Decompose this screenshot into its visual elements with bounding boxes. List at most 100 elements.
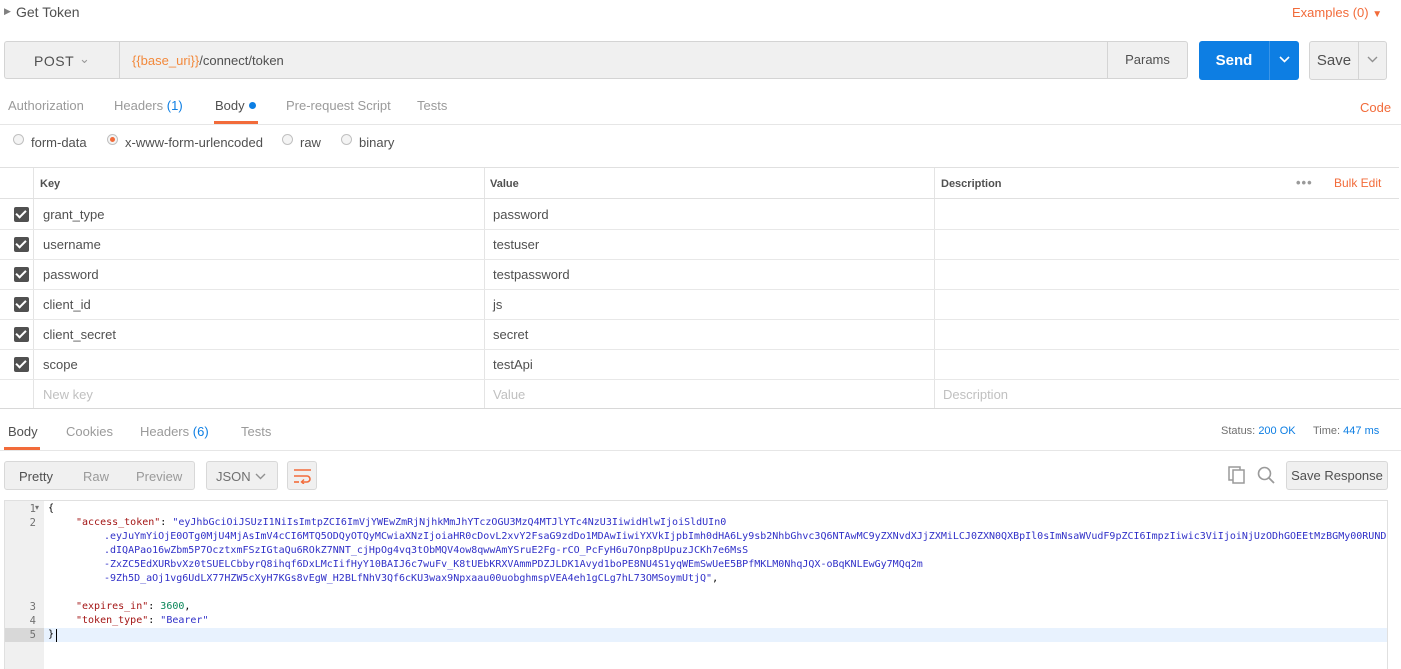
row-checkbox[interactable] (14, 267, 29, 282)
table-row: grant_type password (0, 199, 1399, 230)
param-key[interactable]: password (43, 267, 99, 282)
tab-authorization[interactable]: Authorization (8, 98, 84, 113)
send-options-button[interactable] (1269, 41, 1299, 80)
line-number: 5 (29, 629, 36, 641)
table-row: password testpassword (0, 259, 1399, 290)
request-title-row: ▶ Get Token Examples (0) ▼ (0, 0, 1401, 26)
param-value[interactable]: password (493, 207, 549, 222)
table-row: username testuser (0, 229, 1399, 260)
wrap-lines-button[interactable] (287, 461, 317, 490)
examples-dropdown[interactable]: Examples (0) ▼ (1292, 5, 1382, 20)
radio-form-data[interactable] (13, 134, 24, 145)
row-checkbox[interactable] (14, 297, 29, 312)
table-row: client_id js (0, 289, 1399, 320)
url-path: /connect/token (199, 53, 284, 68)
status-value[interactable]: 200 OK (1258, 425, 1295, 437)
param-key[interactable]: scope (43, 357, 78, 372)
radio-form-data-label[interactable]: form-data (31, 135, 87, 150)
bulk-edit-link[interactable]: Bulk Edit (1334, 176, 1381, 190)
request-name[interactable]: Get Token (16, 4, 80, 20)
response-body-editor[interactable]: 1 ▾ 2 3 4 5 { "access_token": "eyJhbGciO… (4, 500, 1388, 669)
view-mode-group: Pretty Raw Preview (4, 461, 195, 490)
row-checkbox[interactable] (14, 357, 29, 372)
save-response-button[interactable]: Save Response (1286, 461, 1388, 490)
pretty-button[interactable]: Pretty (19, 469, 53, 484)
search-icon[interactable] (1257, 466, 1275, 484)
json-open-brace: { (48, 503, 55, 514)
preview-button[interactable]: Preview (136, 469, 182, 484)
radio-binary[interactable] (341, 134, 352, 145)
chevron-down-icon (255, 473, 266, 480)
collapse-caret-icon[interactable]: ▶ (4, 6, 11, 17)
save-options-button[interactable] (1358, 41, 1387, 80)
method-select[interactable]: POST ⌄ (4, 41, 119, 79)
json-string-wrap: -9Zh5D_aOj1vg6UdLX77HZW5cXyH7KGs8vEgW_H2… (104, 573, 713, 584)
copy-icon[interactable] (1228, 466, 1246, 484)
param-value[interactable]: testpassword (493, 267, 570, 282)
param-key[interactable]: username (43, 237, 101, 252)
json-close-brace: } (48, 629, 55, 640)
new-value-input[interactable]: Value (493, 387, 525, 402)
code-link[interactable]: Code (1360, 100, 1391, 115)
text-cursor (56, 629, 57, 642)
radio-binary-label[interactable]: binary (359, 135, 394, 150)
response-headers-label: Headers (140, 424, 190, 439)
param-value[interactable]: testuser (493, 237, 539, 252)
param-value[interactable]: testApi (493, 357, 533, 372)
row-checkbox[interactable] (14, 327, 29, 342)
json-key: "access_token" (76, 517, 161, 528)
caret-down-icon: ▼ (1372, 9, 1383, 20)
tab-tests[interactable]: Tests (417, 98, 447, 113)
response-tab-tests[interactable]: Tests (241, 424, 271, 439)
response-headers-count: (6) (192, 424, 209, 439)
response-tab-headers[interactable]: Headers (6) (140, 424, 209, 439)
row-checkbox[interactable] (14, 237, 29, 252)
chevron-down-icon: ⌄ (79, 51, 90, 66)
divider (0, 124, 1401, 125)
response-tab-cookies[interactable]: Cookies (66, 424, 113, 439)
format-select[interactable]: JSON (206, 461, 278, 490)
new-description-input[interactable]: Description (943, 387, 1008, 402)
response-status: Status: 200 OK (1221, 425, 1296, 437)
response-divider (0, 408, 1401, 409)
tab-prerequest-script[interactable]: Pre-request Script (286, 98, 391, 113)
response-tab-body[interactable]: Body (8, 424, 38, 439)
time-value[interactable]: 447 ms (1343, 425, 1379, 437)
more-options-icon[interactable]: ••• (1296, 175, 1313, 190)
radio-urlencoded[interactable] (107, 134, 118, 145)
key-column-header: Key (40, 178, 61, 190)
url-variable: {{base_uri}} (132, 53, 200, 68)
value-column-header: Value (490, 178, 519, 190)
tab-headers[interactable]: Headers (1) (114, 98, 183, 113)
json-string: "eyJhbGciOiJSUzI1NiIsImtpZCI6ImVjYWEwZmR… (172, 517, 727, 528)
param-key[interactable]: client_id (43, 297, 91, 312)
line-number: 1 (29, 503, 36, 515)
chevron-down-icon (1279, 56, 1290, 63)
headers-count: (1) (166, 98, 183, 113)
param-value[interactable]: js (493, 297, 502, 312)
current-line-highlight (44, 628, 1387, 642)
response-time: Time: 447 ms (1313, 425, 1379, 437)
params-button[interactable]: Params (1107, 41, 1188, 79)
radio-raw[interactable] (282, 134, 293, 145)
url-input[interactable]: {{base_uri}}/connect/token (119, 41, 1108, 79)
fold-caret-icon[interactable]: ▾ (35, 503, 39, 512)
param-key[interactable]: client_secret (43, 327, 116, 342)
raw-button[interactable]: Raw (83, 469, 109, 484)
json-key: "expires_in" (76, 601, 149, 612)
param-value[interactable]: secret (493, 327, 528, 342)
line-number: 4 (29, 615, 36, 627)
tab-body[interactable]: Body (215, 98, 256, 113)
radio-raw-label[interactable]: raw (300, 135, 321, 150)
time-label: Time: (1313, 425, 1341, 437)
wrap-lines-icon (294, 469, 311, 484)
row-checkbox[interactable] (14, 207, 29, 222)
table-row: scope testApi (0, 349, 1399, 380)
url-text: {{base_uri}}/connect/token (132, 53, 284, 68)
json-line: "token_type": "Bearer" (76, 615, 209, 626)
new-key-input[interactable]: New key (43, 387, 93, 402)
radio-urlencoded-label[interactable]: x-www-form-urlencoded (125, 135, 263, 150)
param-key[interactable]: grant_type (43, 207, 104, 222)
send-button[interactable]: Send (1199, 41, 1269, 80)
save-button[interactable]: Save (1309, 41, 1359, 80)
